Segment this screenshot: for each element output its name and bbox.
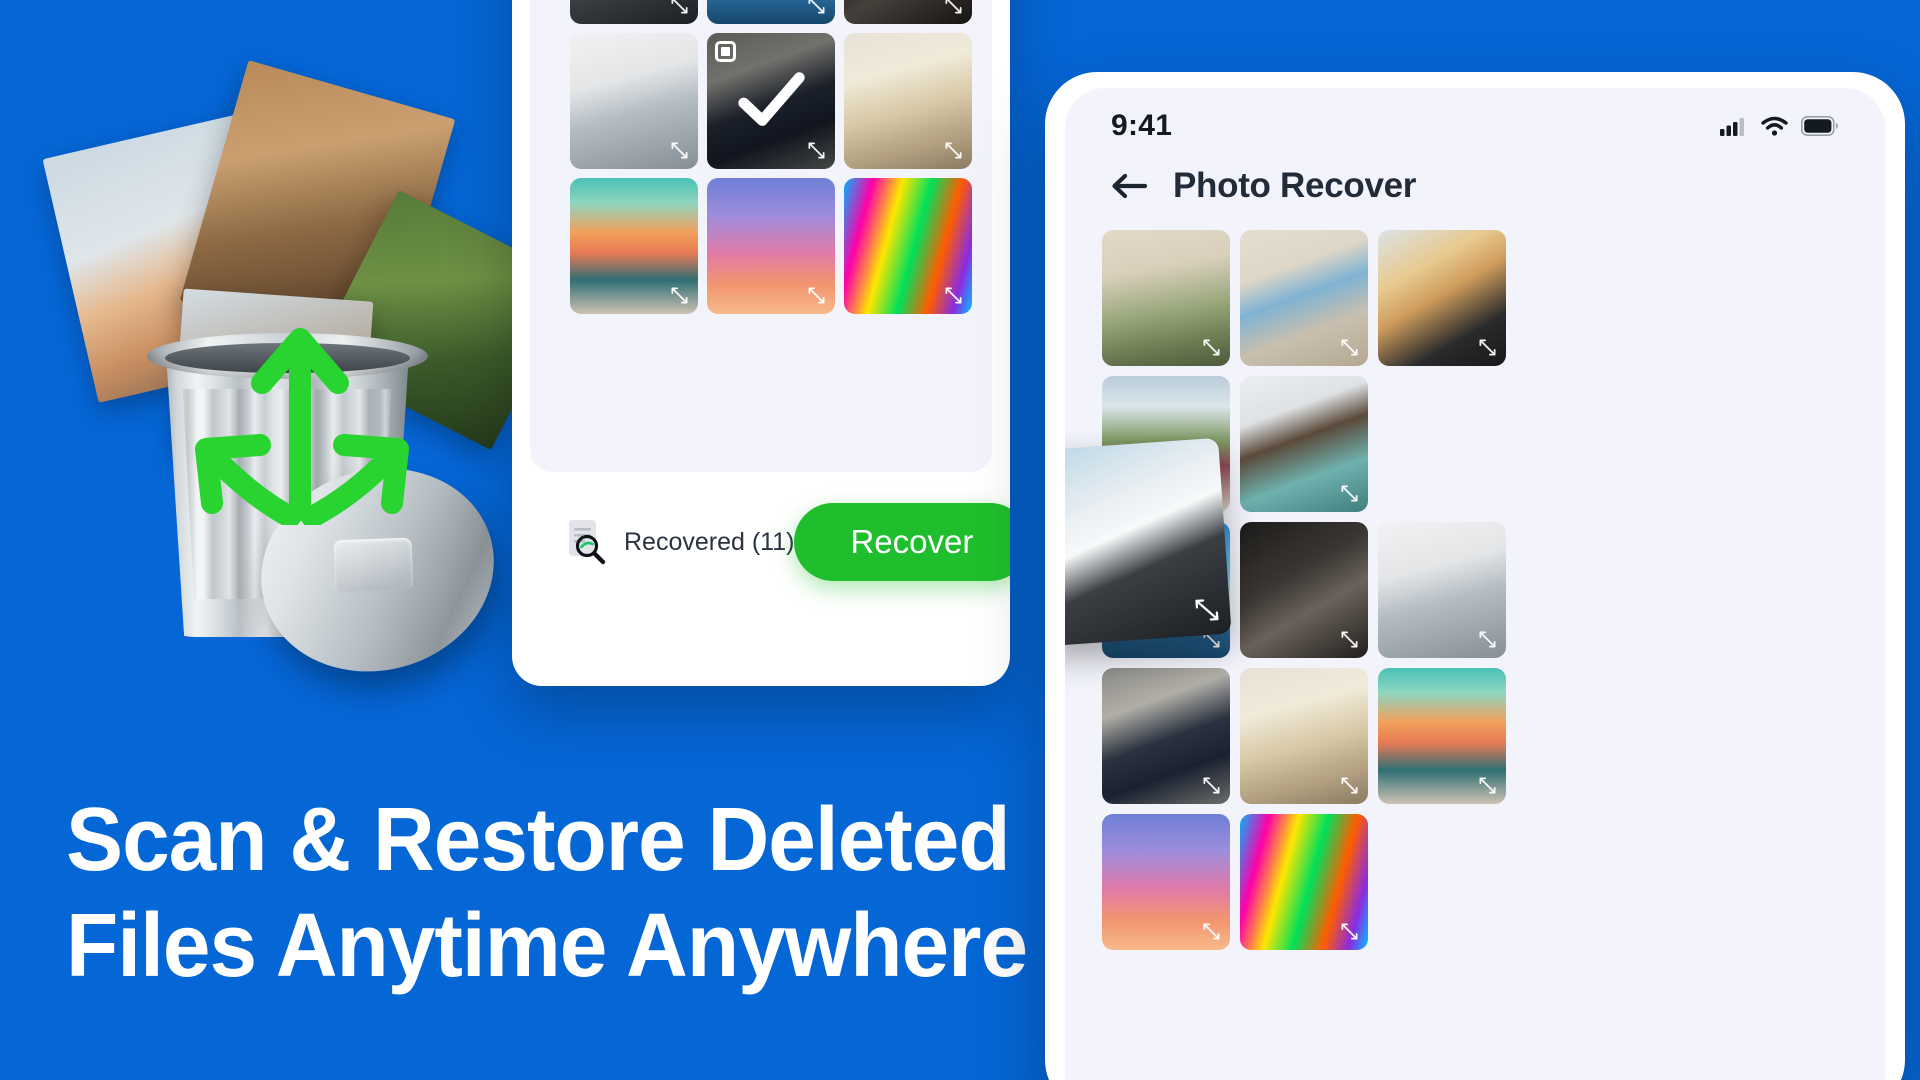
photo-tile-man-dark-hat-portrait[interactable] — [1240, 522, 1368, 658]
expand-icon[interactable] — [1340, 484, 1359, 503]
expand-icon[interactable] — [1478, 776, 1497, 795]
photo-tile-man-grey-shirt-portrait[interactable] — [1378, 522, 1506, 658]
wifi-icon — [1761, 116, 1788, 136]
photo-tile-neon-colorful-storefront[interactable] — [1240, 814, 1368, 950]
tablet-photo-grid[interactable] — [570, 0, 972, 314]
expand-icon[interactable] — [807, 0, 826, 15]
expand-icon[interactable] — [1193, 596, 1221, 624]
expand-icon[interactable] — [1478, 630, 1497, 649]
photo-tile-woman-blonde-sunlit[interactable] — [844, 33, 972, 169]
photo-tile-man-tank-top-beach[interactable] — [1102, 668, 1230, 804]
phone-header: Photo Recover — [1065, 156, 1885, 216]
photo-tile-ocean-sunset-beach[interactable] — [1378, 668, 1506, 804]
expand-icon[interactable] — [1340, 338, 1359, 357]
photo-tile-palm-trees-pink-sky[interactable] — [1102, 814, 1230, 950]
expand-icon[interactable] — [1202, 922, 1221, 941]
expand-icon[interactable] — [1202, 338, 1221, 357]
battery-icon — [1801, 116, 1839, 136]
phone-status-bar: 9:41 — [1065, 106, 1885, 146]
tablet-screen — [530, 0, 992, 472]
page-title: Scan & Restore Deleted Files Anytime Any… — [66, 790, 1028, 1007]
expand-icon[interactable] — [670, 141, 689, 160]
photo-checkbox[interactable] — [715, 41, 736, 62]
status-time: 9:41 — [1111, 109, 1173, 142]
expand-icon[interactable] — [944, 0, 963, 15]
phone-screen: 9:41 Photo Recover — [1065, 88, 1885, 1080]
photo-tile-blonde-woman-black-jacket[interactable] — [1378, 230, 1506, 366]
photo-tile-empty — [1378, 376, 1506, 512]
photo-tile-woman-cliff-ocean-view[interactable] — [1102, 230, 1230, 366]
arrow-right-shaft — [301, 444, 403, 525]
cellular-signal-icon — [1720, 116, 1748, 136]
phone-page-title: Photo Recover — [1173, 166, 1417, 205]
expand-icon[interactable] — [1340, 922, 1359, 941]
expand-icon[interactable] — [944, 286, 963, 305]
trash-can-illustration — [42, 60, 580, 699]
photo-tile-palm-trees-pink-sky[interactable] — [707, 178, 835, 314]
photo-tile-man-dark-hat-portrait[interactable] — [844, 0, 972, 24]
floating-photo-card[interactable] — [1065, 437, 1232, 647]
tablet-device: Recovered (11) Recover — [512, 0, 1010, 686]
photo-tile-ocean-sunset-beach[interactable] — [570, 178, 698, 314]
photo-tile-man-grey-shirt-portrait[interactable] — [570, 33, 698, 169]
recover-button[interactable]: Recover — [794, 503, 1010, 581]
tablet-bottom-bar: Recovered (11) Recover — [530, 472, 1010, 612]
expand-icon[interactable] — [1340, 630, 1359, 649]
photo-tile-man-circle-wall-sitting[interactable] — [1240, 230, 1368, 366]
recovered-count-label: Recovered (11) — [624, 527, 795, 556]
expand-icon[interactable] — [670, 286, 689, 305]
expand-icon[interactable] — [807, 141, 826, 160]
photo-tile-neon-colorful-storefront[interactable] — [844, 178, 972, 314]
recovery-arrows-group — [195, 328, 409, 525]
expand-icon[interactable] — [807, 286, 826, 305]
recovered-status: Recovered (11) — [566, 519, 794, 565]
photo-tile-man-tank-top-beach[interactable] — [707, 33, 835, 169]
photo-tile-curly-hair-man-glasses[interactable] — [1240, 376, 1368, 512]
phone-device: 9:41 Photo Recover — [1045, 72, 1905, 1080]
expand-icon[interactable] — [944, 141, 963, 160]
selected-check-icon — [738, 72, 805, 126]
photo-tile-woman-white-dress-stairs[interactable] — [570, 0, 698, 24]
document-search-icon — [566, 519, 608, 565]
expand-icon[interactable] — [1340, 776, 1359, 795]
headline-line-2: Files Anytime Anywhere — [66, 896, 1028, 996]
promo-banner: Scan & Restore Deleted Files Anytime Any… — [0, 0, 1920, 1080]
photo-tile-woman-blonde-sunlit[interactable] — [1240, 668, 1368, 804]
status-icons-group — [1720, 116, 1839, 136]
expand-icon[interactable] — [1478, 338, 1497, 357]
photo-tile-woman-sky-ocean[interactable] — [707, 0, 835, 24]
back-arrow-icon[interactable] — [1109, 171, 1149, 201]
arrow-left-shaft — [201, 444, 301, 525]
headline-line-1: Scan & Restore Deleted — [66, 790, 1011, 890]
expand-icon[interactable] — [1202, 776, 1221, 795]
expand-icon[interactable] — [670, 0, 689, 15]
